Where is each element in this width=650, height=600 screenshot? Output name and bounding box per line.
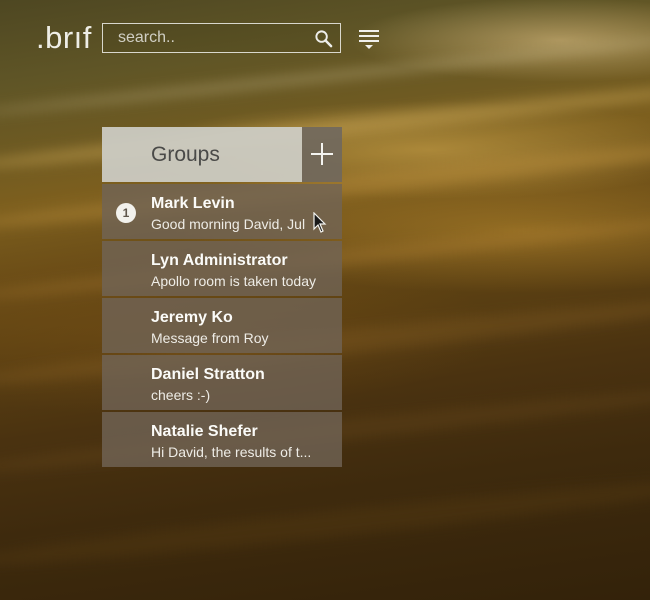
- app-window: .brıf Groups 1 Mark Levin: [0, 0, 650, 600]
- message-preview: Message from Roy: [151, 330, 269, 346]
- message-preview: cheers :-): [151, 387, 211, 403]
- search-icon[interactable]: [314, 29, 333, 48]
- unread-badge: 1: [116, 203, 136, 223]
- background-streak: [0, 470, 650, 576]
- search-box[interactable]: [102, 23, 341, 53]
- app-logo: .brıf: [36, 20, 92, 55]
- list-item[interactable]: Natalie Shefer Hi David, the results of …: [102, 412, 342, 467]
- list-item[interactable]: Daniel Stratton cheers :-): [102, 355, 342, 410]
- search-input[interactable]: [103, 24, 303, 52]
- conversation-list: 1 Mark Levin Good morning David, Jul Lyn…: [102, 184, 342, 467]
- contact-name: Lyn Administrator: [151, 252, 288, 269]
- groups-panel: Groups 1 Mark Levin Good morning David, …: [102, 127, 342, 469]
- plus-icon: [311, 143, 333, 165]
- list-item[interactable]: Lyn Administrator Apollo room is taken t…: [102, 241, 342, 296]
- menu-icon[interactable]: [358, 29, 380, 51]
- contact-name: Jeremy Ko: [151, 309, 233, 326]
- list-item[interactable]: 1 Mark Levin Good morning David, Jul: [102, 184, 342, 239]
- message-preview: Good morning David, Jul: [151, 216, 306, 232]
- contact-name: Natalie Shefer: [151, 423, 258, 440]
- message-preview: Apollo room is taken today: [151, 273, 316, 289]
- list-item[interactable]: Jeremy Ko Message from Roy: [102, 298, 342, 353]
- contact-name: Mark Levin: [151, 195, 235, 212]
- panel-header: Groups: [102, 127, 342, 182]
- message-preview: Hi David, the results of t...: [151, 444, 312, 460]
- add-group-button[interactable]: [302, 127, 342, 182]
- groups-tab[interactable]: Groups: [102, 127, 302, 182]
- contact-name: Daniel Stratton: [151, 366, 265, 383]
